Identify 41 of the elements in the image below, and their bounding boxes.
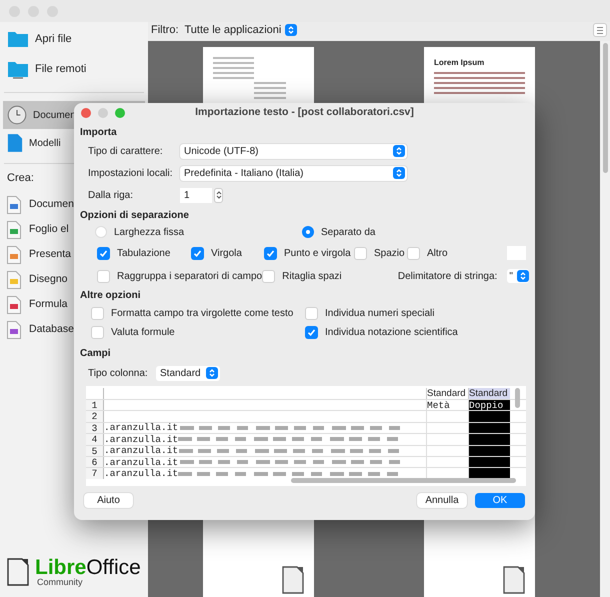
field-label: Impostazioni locali: [88,166,174,180]
row-number: 6 [86,456,104,468]
logo-text: LibreOffice [35,557,141,578]
table-cell: .aranzulla.it [104,445,178,456]
logo-tagline: Community [37,578,84,587]
checkbox-label: Individua notazione scientifica [325,326,458,340]
checkbox-label: Valuta formule [111,326,175,340]
checkbox-label: Punto e virgola [284,246,351,260]
thumbnail-title: Lorem Ipsum [434,56,486,68]
checkbox-label: Raggruppa i separatori di campo [117,270,262,284]
row-number: 4 [86,434,104,445]
table-cell: .aranzulla.it [104,422,178,434]
table-cell: .aranzulla.it [104,456,178,468]
row-number: 5 [86,446,104,456]
checkbox-label: Virgola [211,246,242,260]
table-cell: Doppio [468,400,510,410]
row-number: 2 [86,411,104,422]
checkbox-label: Individua numeri speciali [325,307,435,321]
field-label: Delimitatore di stringa: [398,270,498,284]
section-heading: Importa [80,126,118,140]
table-cell: .aranzulla.it [104,434,178,445]
table-cell: .aranzulla.it [104,468,178,480]
filter-label: Filtro: [151,23,178,38]
row-number: 7 [86,468,104,479]
dialog-title: Importazione testo - [post collaboratori.csv] [194,104,415,120]
checkbox-label: Altro [427,246,448,260]
section-heading: Opzioni di separazione [80,209,190,223]
checkbox-label: Tabulazione [117,246,170,260]
field-label: Dalla riga: [88,188,134,202]
field-label: Tipo di carattere: [88,144,164,158]
radio-label: Larghezza fissa [114,226,184,240]
section-label: Crea: [7,171,34,186]
checkbox-label: Formatta campo tra virgolette come testo [111,307,294,321]
checkbox-label: Spazio [374,246,405,260]
section-heading: Campi [80,347,112,361]
section-heading: Altre opzioni [80,289,142,303]
checkbox-label: Ritaglia spazi [282,270,342,284]
radio-label: Separato da [321,226,376,240]
field-label: Tipo colonna: [88,366,149,380]
row-number: 3 [86,422,104,434]
row-number: 1 [86,400,104,410]
